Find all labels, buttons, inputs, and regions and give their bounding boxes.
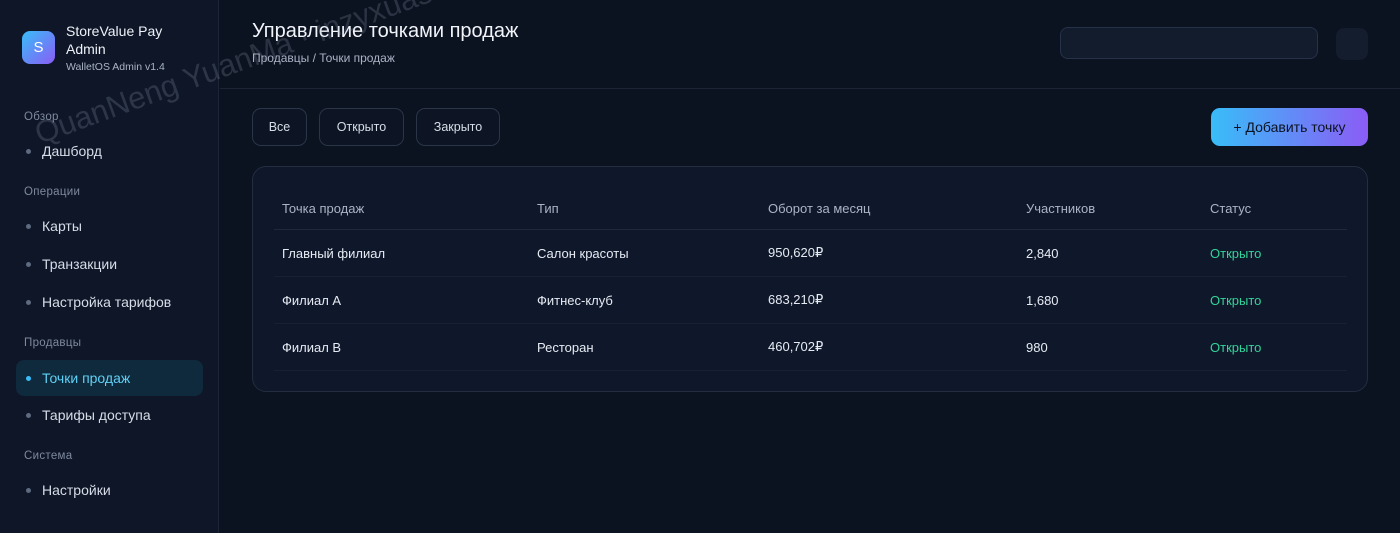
cell-type: Ресторан xyxy=(529,323,760,371)
cell-name: Филиал A xyxy=(274,276,529,324)
sidebar-item-label: Карты xyxy=(42,218,82,234)
cell-name: Филиал B xyxy=(274,323,529,371)
cell-type: Салон красоты xyxy=(529,229,760,277)
brand: S StoreValue Pay Admin WalletOS Admin v1… xyxy=(22,22,176,73)
search-input[interactable] xyxy=(1060,27,1318,59)
column-header: Участников xyxy=(1018,187,1202,230)
cell-members: 1,680 xyxy=(1018,276,1202,324)
column-header: Оборот за месяц xyxy=(760,187,1018,230)
table-row[interactable]: Филиал B Ресторан 460,702₽ 980 Открыто xyxy=(274,323,1347,371)
sidebar-item-label: Транзакции xyxy=(42,256,118,272)
cell-turnover: 950,620₽ xyxy=(760,229,1018,277)
sidebar-item-label: Настройка тарифов xyxy=(42,294,172,310)
sidebar-item-points-of-sale[interactable]: Точки продаж xyxy=(16,360,203,396)
nav-section-overview: Обзор xyxy=(24,111,59,123)
cell-members: 2,840 xyxy=(1018,229,1202,277)
sidebar-item-label: Настройки xyxy=(42,482,111,498)
nav-section-system: Система xyxy=(24,450,73,462)
bullet-icon xyxy=(26,376,31,381)
bullet-icon xyxy=(26,413,31,418)
filter-all-button[interactable]: Все xyxy=(252,108,307,146)
page-title: Управление точками продаж xyxy=(252,20,519,42)
status-badge: Открыто xyxy=(1202,323,1347,371)
table-row[interactable]: Филиал A Фитнес-клуб 683,210₽ 1,680 Откр… xyxy=(274,276,1347,324)
sidebar-item-access-tariffs[interactable]: Тарифы доступа xyxy=(16,397,203,433)
sidebar-item-label: Дашборд xyxy=(42,143,102,159)
app-version: WalletOS Admin v1.4 xyxy=(66,61,165,73)
filter-closed-button[interactable]: Закрыто xyxy=(416,108,500,146)
nav-section-merchants: Продавцы xyxy=(24,337,82,349)
column-header: Статус xyxy=(1202,187,1347,230)
main-content: Управление точками продаж Продавцы / Точ… xyxy=(220,0,1400,533)
status-badge: Открыто xyxy=(1202,276,1347,324)
cell-turnover: 683,210₽ xyxy=(760,276,1018,324)
bullet-icon xyxy=(26,300,31,305)
bullet-icon xyxy=(26,262,31,267)
points-table-card: Точка продаж Тип Оборот за месяц Участни… xyxy=(252,166,1368,392)
sidebar-item-dashboard[interactable]: Дашборд xyxy=(16,133,203,169)
app-title: StoreValue Pay Admin xyxy=(66,23,163,57)
status-badge: Открыто xyxy=(1202,229,1347,277)
points-table: Точка продаж Тип Оборот за месяц Участни… xyxy=(274,187,1347,371)
table-header-row: Точка продаж Тип Оборот за месяц Участни… xyxy=(274,187,1347,230)
breadcrumb: Продавцы / Точки продаж xyxy=(252,51,395,65)
cell-turnover: 460,702₽ xyxy=(760,323,1018,371)
sidebar-item-tariff-settings[interactable]: Настройка тарифов xyxy=(16,284,203,320)
sidebar-item-transactions[interactable]: Транзакции xyxy=(16,246,203,282)
table-row[interactable]: Главный филиал Салон красоты 950,620₽ 2,… xyxy=(274,229,1347,277)
page-header: Управление точками продаж Продавцы / Точ… xyxy=(220,0,1400,89)
add-point-button[interactable]: + Добавить точку xyxy=(1211,108,1368,146)
bullet-icon xyxy=(26,224,31,229)
sidebar-item-label: Точки продаж xyxy=(42,370,131,386)
column-header: Тип xyxy=(529,187,760,230)
column-header: Точка продаж xyxy=(274,187,529,230)
cell-name: Главный филиал xyxy=(274,229,529,277)
app-logo: S xyxy=(22,31,55,64)
sidebar: S StoreValue Pay Admin WalletOS Admin v1… xyxy=(0,0,219,533)
bullet-icon xyxy=(26,488,31,493)
cell-members: 980 xyxy=(1018,323,1202,371)
header-action-button[interactable] xyxy=(1336,28,1368,60)
sidebar-item-label: Тарифы доступа xyxy=(42,407,151,423)
filter-open-button[interactable]: Открыто xyxy=(319,108,404,146)
nav-section-operations: Операции xyxy=(24,186,81,198)
sidebar-item-settings[interactable]: Настройки xyxy=(16,472,203,508)
bullet-icon xyxy=(26,149,31,154)
sidebar-item-cards[interactable]: Карты xyxy=(16,208,203,244)
cell-type: Фитнес-клуб xyxy=(529,276,760,324)
